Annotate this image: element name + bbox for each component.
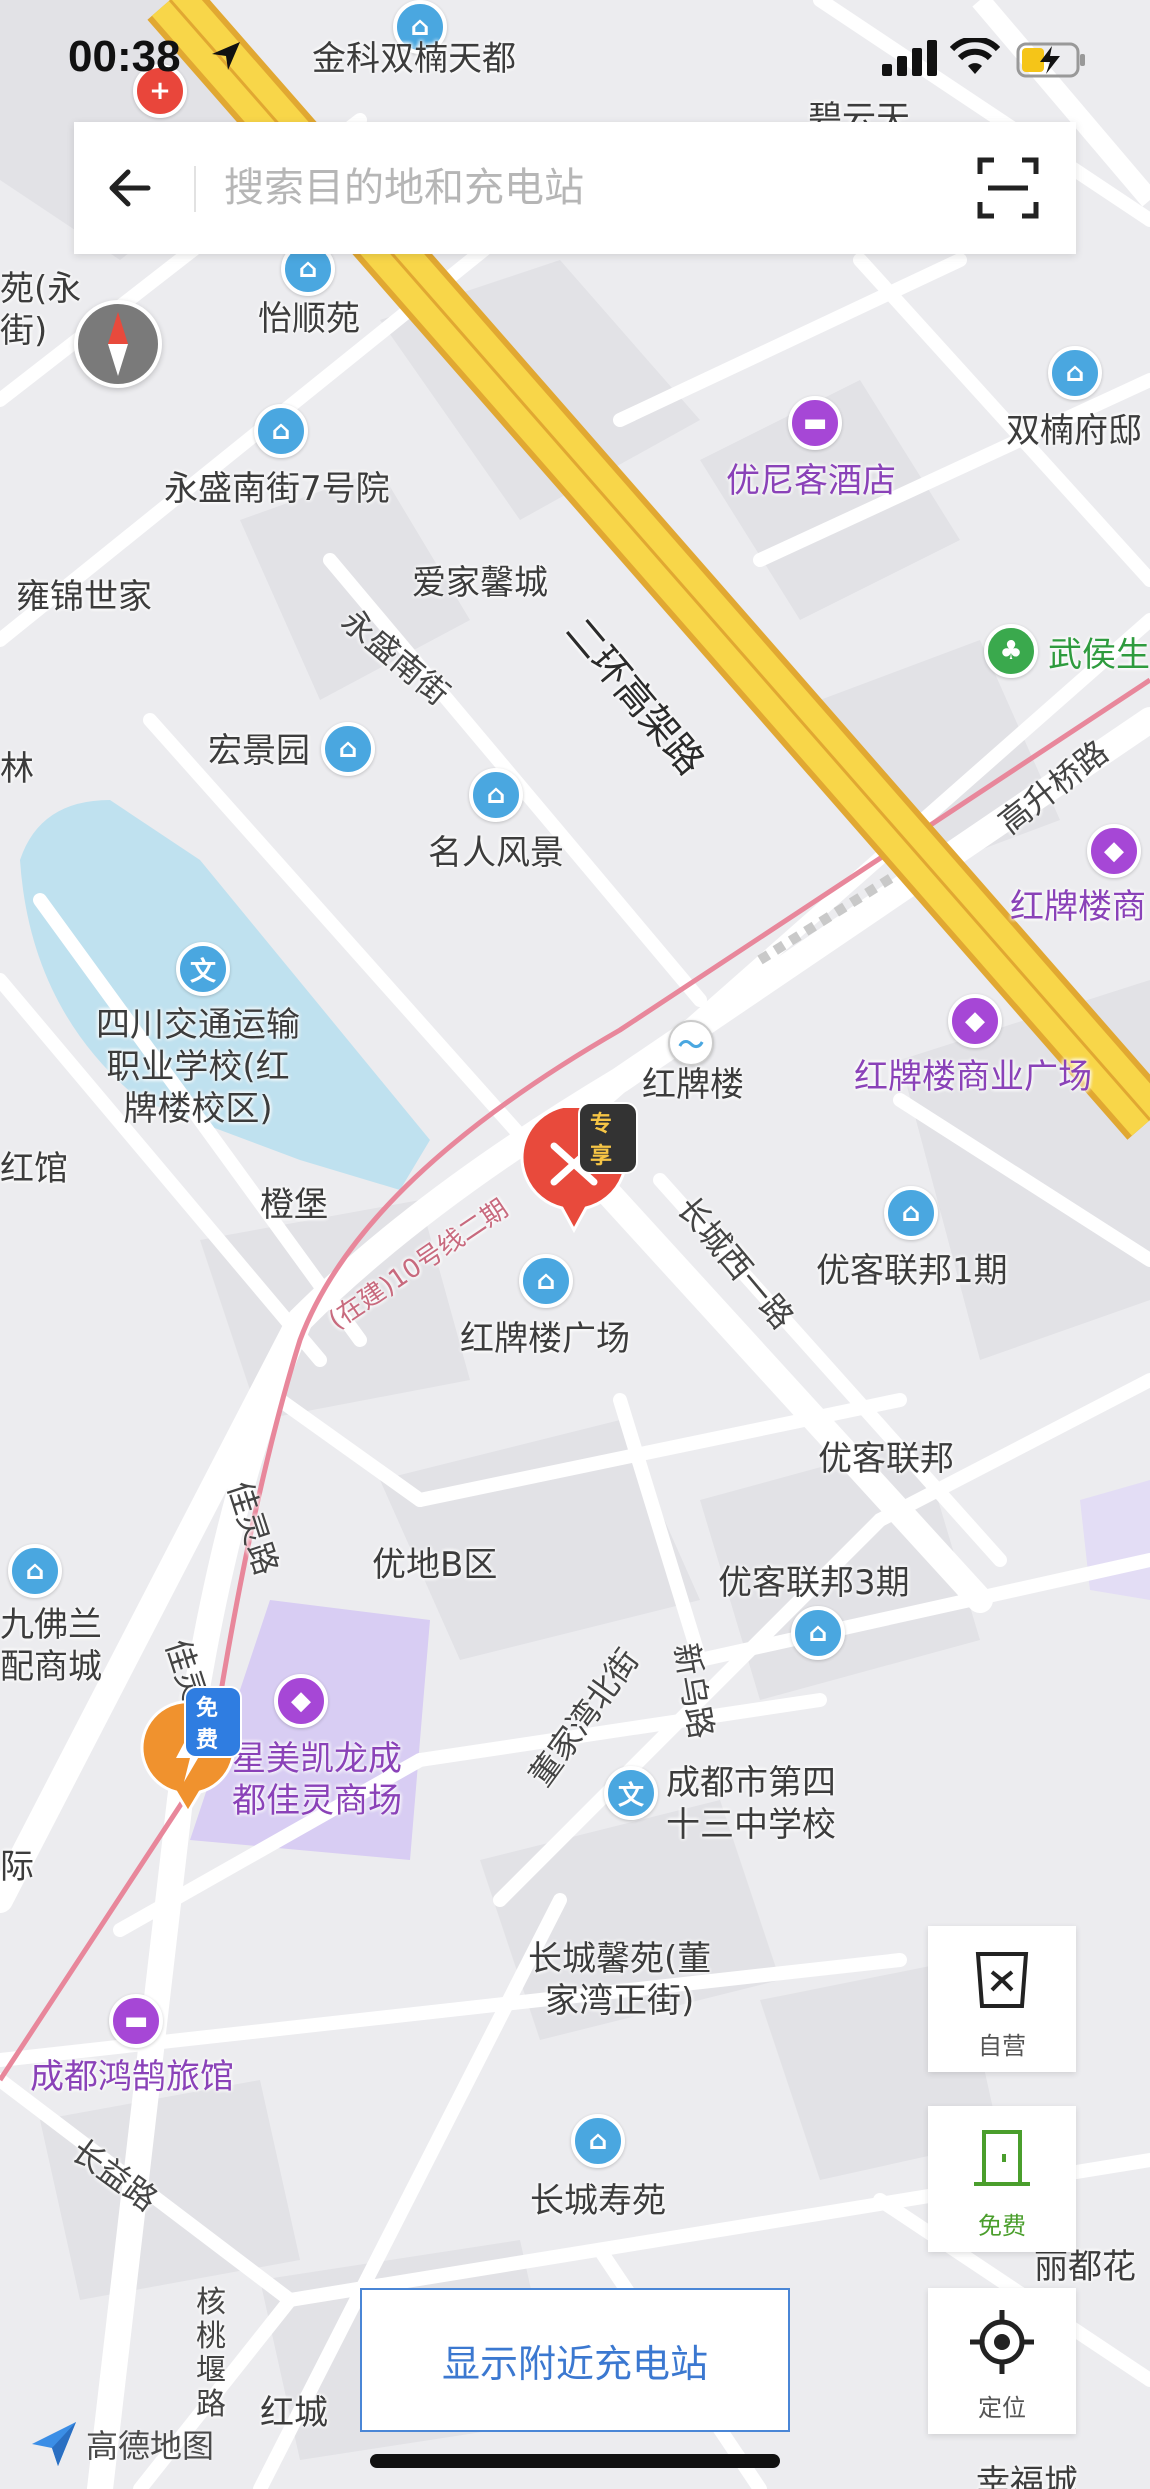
free-badge: 免费 xyxy=(184,1686,242,1758)
school-poi-icon[interactable]: 文 xyxy=(176,942,230,996)
map-label: 星美凯龙成 都佳灵商场 xyxy=(232,1739,402,1821)
map-label: 永盛南街7号院 xyxy=(164,469,390,509)
status-time: 00:38 xyxy=(68,32,181,81)
map-label: 红城 xyxy=(260,2393,328,2433)
metro-station-icon[interactable]: 〜 xyxy=(668,1020,714,1066)
road-label: 核 桃 堰 路 xyxy=(196,2285,226,2422)
home-indicator[interactable] xyxy=(370,2454,780,2468)
map-label: 红牌楼商 xyxy=(1010,887,1146,927)
map-label: 红牌楼广场 xyxy=(460,1319,630,1359)
map-label: 优地B区 xyxy=(372,1545,498,1585)
school-poi-icon[interactable]: 文 xyxy=(604,1766,658,1820)
residence-poi-icon[interactable]: ⌂ xyxy=(469,768,523,822)
shopping-poi-icon[interactable]: ◆ xyxy=(274,1674,328,1728)
location-arrow-icon xyxy=(212,42,240,70)
park-poi-icon[interactable]: ♣ xyxy=(984,624,1038,678)
locate-label: 定位 xyxy=(978,2394,1026,2422)
logo-text: 高德地图 xyxy=(86,2427,215,2465)
metro-station-label: 红牌楼 xyxy=(642,1065,744,1105)
amap-logo: 高德地图 xyxy=(28,2418,214,2470)
map-label: 林 xyxy=(0,749,34,789)
hotel-poi-icon[interactable]: ▬ xyxy=(788,396,842,450)
residence-poi-icon[interactable]: ⌂ xyxy=(8,1544,62,1598)
map-label: 优客联邦3期 xyxy=(718,1563,910,1603)
map-label: 雍锦世家 xyxy=(16,577,152,617)
map-label: 四川交通运输 职业学校(红 牌楼校区) xyxy=(96,1005,300,1129)
map-label: 怡顺苑 xyxy=(258,299,360,339)
free-label: 免费 xyxy=(978,2212,1026,2240)
map-label: 爱家馨城 xyxy=(412,563,548,603)
residence-poi-icon[interactable]: ⌂ xyxy=(254,404,308,458)
map-label: 幸福城 xyxy=(976,2463,1078,2489)
locate-button[interactable]: 定位 xyxy=(928,2288,1076,2434)
map-label: 成都鸿鹄旅馆 xyxy=(30,2057,234,2097)
residence-poi-icon[interactable]: ⌂ xyxy=(884,1186,938,1240)
compass-icon xyxy=(108,312,128,376)
map-label: 红牌楼商业广场 xyxy=(854,1057,1092,1097)
amap-logo-icon xyxy=(32,2422,76,2466)
map-label: 红馆 xyxy=(0,1149,68,1189)
map-label: 长城馨苑(董 家湾正街) xyxy=(528,1939,712,2021)
cellular-signal-icon xyxy=(882,40,937,76)
free-charging-station-marker[interactable]: 免费 xyxy=(140,1686,242,1816)
residence-poi-icon[interactable]: ⌂ xyxy=(321,722,375,776)
door-icon xyxy=(974,2130,1030,2186)
map-label: 成都市第四 十三中学校 xyxy=(666,1763,836,1845)
self-run-label: 自营 xyxy=(978,2032,1026,2060)
shopping-poi-icon[interactable]: ◆ xyxy=(948,994,1002,1048)
wifi-icon xyxy=(950,38,1000,74)
residence-poi-icon[interactable]: ⌂ xyxy=(571,2114,625,2168)
battery-charging-icon xyxy=(1016,42,1085,78)
map-label: 优尼客酒店 xyxy=(726,461,896,501)
hotel-poi-icon[interactable]: ▬ xyxy=(109,1994,163,2048)
self-run-station-icon xyxy=(975,1952,1029,2008)
map-label: 橙堡 xyxy=(260,1185,328,1225)
map-label: 苑(永 街) xyxy=(0,269,82,351)
compass-button[interactable] xyxy=(74,300,162,388)
divider xyxy=(194,166,196,212)
back-arrow-icon[interactable] xyxy=(102,158,162,218)
map-label: 宏景园 xyxy=(208,731,310,771)
map-label: 双楠府邸 xyxy=(1006,411,1142,451)
self-run-filter-button[interactable]: 自营 xyxy=(928,1926,1076,2072)
scan-icon[interactable] xyxy=(974,154,1042,222)
shopping-poi-icon[interactable]: ◆ xyxy=(1087,824,1141,878)
map-label: 名人风景 xyxy=(428,833,564,873)
map-label: 长城寿苑 xyxy=(530,2181,666,2221)
map-label: 武侯生 xyxy=(1048,635,1150,675)
exclusive-charging-station-marker[interactable]: 专享 xyxy=(520,1102,638,1238)
residence-poi-icon[interactable]: ⌂ xyxy=(1048,346,1102,400)
map-label: 丽都花 xyxy=(1034,2247,1136,2287)
search-bar xyxy=(74,122,1076,254)
map-label: 优客联邦 xyxy=(818,1439,954,1479)
map-label: 优客联邦1期 xyxy=(816,1251,1008,1291)
status-bar: 00:38 xyxy=(0,0,1150,120)
exclusive-badge: 专享 xyxy=(578,1102,638,1174)
map-label: 九佛兰 配商城 xyxy=(0,1605,102,1687)
free-filter-button[interactable]: 免费 xyxy=(928,2106,1076,2252)
residence-poi-icon[interactable]: ⌂ xyxy=(791,1606,845,1660)
map-label: 际 xyxy=(0,1847,34,1887)
locate-icon xyxy=(970,2310,1034,2374)
destination-search-input[interactable] xyxy=(224,152,984,224)
residence-poi-icon[interactable]: ⌂ xyxy=(519,1254,573,1308)
show-nearby-chargers-button[interactable]: 显示附近充电站 xyxy=(360,2288,790,2432)
